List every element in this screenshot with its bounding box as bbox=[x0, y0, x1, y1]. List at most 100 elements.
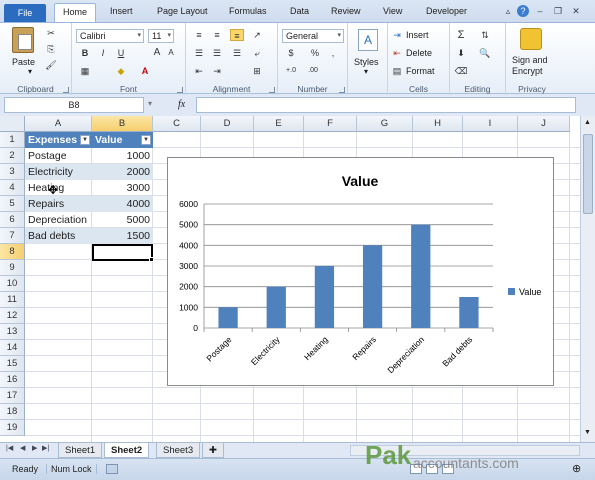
borders-icon[interactable]: ▦ bbox=[78, 65, 92, 77]
column-header-d[interactable]: D bbox=[201, 116, 254, 132]
column-header-i[interactable]: I bbox=[463, 116, 518, 132]
format-painter-icon[interactable]: 🖌 bbox=[44, 59, 58, 71]
next-sheet-icon[interactable]: ▶ bbox=[32, 444, 37, 452]
macro-record-icon[interactable] bbox=[106, 464, 118, 474]
bottom-align-icon[interactable]: ≡ bbox=[230, 29, 244, 41]
tab-file[interactable]: File bbox=[4, 4, 46, 22]
table-cell-value[interactable]: 1500 bbox=[92, 228, 153, 244]
table-cell-value[interactable]: 5000 bbox=[92, 212, 153, 228]
scroll-down-icon[interactable]: ▼ bbox=[584, 429, 591, 436]
name-box-dropdown-icon[interactable]: ▾ bbox=[148, 99, 152, 108]
name-box[interactable]: B8 bbox=[4, 97, 144, 113]
table-cell-value[interactable]: 1000 bbox=[92, 148, 153, 164]
filter-dropdown-icon[interactable]: ▼ bbox=[80, 135, 90, 145]
sheet-tab-1[interactable]: Sheet1 bbox=[58, 443, 103, 458]
row-header-15[interactable]: 15 bbox=[0, 356, 25, 372]
currency-button[interactable]: $ bbox=[284, 47, 298, 59]
column-header-a[interactable]: A bbox=[25, 116, 92, 132]
percent-button[interactable]: % bbox=[308, 47, 322, 59]
column-header-j[interactable]: J bbox=[518, 116, 570, 132]
tab-data[interactable]: Data bbox=[290, 6, 309, 16]
autosum-button[interactable]: Σ bbox=[454, 29, 468, 41]
table-cell-expense[interactable]: Repairs bbox=[25, 196, 92, 212]
tab-page-layout[interactable]: Page Layout bbox=[157, 6, 208, 16]
encrypt-label[interactable]: Encrypt bbox=[512, 66, 543, 76]
row-header-2[interactable]: 2 bbox=[0, 148, 25, 164]
row-header-12[interactable]: 12 bbox=[0, 308, 25, 324]
comma-button[interactable]: , bbox=[326, 47, 340, 59]
row-header-4[interactable]: 4 bbox=[0, 180, 25, 196]
insert-function-icon[interactable]: fx bbox=[178, 99, 185, 110]
increase-indent-icon[interactable]: ⇥ bbox=[210, 65, 224, 77]
row-header-1[interactable]: 1 bbox=[0, 132, 25, 148]
insert-sheet-icon[interactable]: ✚ bbox=[202, 443, 224, 458]
table-header-value[interactable]: Value ▼ bbox=[92, 132, 153, 148]
column-header-c[interactable]: C bbox=[153, 116, 201, 132]
sign-encrypt-icon[interactable] bbox=[520, 28, 542, 50]
table-header-expenses[interactable]: Expenses ▼ bbox=[25, 132, 92, 148]
column-header-b[interactable]: B bbox=[92, 116, 153, 132]
table-cell-value[interactable]: 3000 bbox=[92, 180, 153, 196]
delete-cells-button[interactable]: Delete bbox=[406, 48, 432, 58]
grow-font-button[interactable]: A bbox=[150, 47, 164, 59]
row-header-9[interactable]: 9 bbox=[0, 260, 25, 276]
help-icon[interactable]: ? bbox=[517, 5, 529, 17]
restore-window-icon[interactable]: ❐ bbox=[552, 5, 564, 17]
insert-cells-button[interactable]: Insert bbox=[406, 30, 429, 40]
row-header-14[interactable]: 14 bbox=[0, 340, 25, 356]
tab-view[interactable]: View bbox=[383, 6, 402, 16]
alignment-launcher-icon[interactable] bbox=[269, 87, 275, 93]
copy-icon[interactable]: ⎘ bbox=[44, 43, 58, 55]
styles-button[interactable]: Styles bbox=[354, 57, 379, 67]
styles-icon[interactable]: A bbox=[358, 29, 378, 51]
table-cell-expense[interactable]: Postage bbox=[25, 148, 92, 164]
table-cell-expense[interactable]: Heating bbox=[25, 180, 92, 196]
wrap-text-icon[interactable]: ⤶ bbox=[250, 47, 264, 59]
tab-insert[interactable]: Insert bbox=[110, 6, 133, 16]
clipboard-launcher-icon[interactable] bbox=[63, 87, 69, 93]
table-cell-expense[interactable]: Bad debts bbox=[25, 228, 92, 244]
bold-button[interactable]: B bbox=[78, 47, 92, 59]
tab-formulas[interactable]: Formulas bbox=[229, 6, 267, 16]
tab-developer[interactable]: Developer bbox=[426, 6, 467, 16]
top-align-icon[interactable]: ≡ bbox=[192, 29, 206, 41]
close-window-icon[interactable]: ✕ bbox=[570, 5, 582, 17]
table-cell-value[interactable]: 4000 bbox=[92, 196, 153, 212]
font-size-select[interactable]: 11 ▾ bbox=[148, 29, 174, 43]
paste-button[interactable]: Paste bbox=[12, 57, 35, 67]
insert-cells-icon[interactable]: ⇥ bbox=[390, 29, 404, 41]
increase-decimal-button[interactable]: +.0 bbox=[284, 65, 298, 77]
sort-filter-icon[interactable]: ⇅ bbox=[478, 29, 492, 41]
row-header-11[interactable]: 11 bbox=[0, 292, 25, 308]
decrease-indent-icon[interactable]: ⇤ bbox=[192, 65, 206, 77]
table-cell-expense[interactable]: Depreciation bbox=[25, 212, 92, 228]
row-header-5[interactable]: 5 bbox=[0, 196, 25, 212]
row-header-10[interactable]: 10 bbox=[0, 276, 25, 292]
column-header-h[interactable]: H bbox=[413, 116, 463, 132]
chart[interactable]: Value 0 1000 2000 3000 4000 5000 6000 Postage Ele… bbox=[167, 157, 554, 386]
last-sheet-icon[interactable]: ▶| bbox=[42, 444, 49, 452]
merge-center-icon[interactable]: ⊞ bbox=[250, 65, 264, 77]
align-right-icon[interactable]: ☰ bbox=[230, 47, 244, 59]
format-cells-button[interactable]: Format bbox=[406, 66, 435, 76]
number-launcher-icon[interactable] bbox=[339, 87, 345, 93]
column-header-e[interactable]: E bbox=[254, 116, 304, 132]
formula-input[interactable] bbox=[196, 97, 576, 113]
table-cell-expense[interactable]: Electricity bbox=[25, 164, 92, 180]
column-header-f[interactable]: F bbox=[304, 116, 357, 132]
delete-cells-icon[interactable]: ⇤ bbox=[390, 47, 404, 59]
vertical-scroll-thumb[interactable] bbox=[583, 134, 593, 214]
orientation-icon[interactable]: ↗ bbox=[250, 29, 264, 41]
clear-icon[interactable]: ⌫ bbox=[454, 65, 468, 77]
filter-dropdown-icon[interactable]: ▼ bbox=[141, 135, 151, 145]
sheet-tab-2[interactable]: Sheet2 bbox=[104, 443, 150, 458]
row-header-19[interactable]: 19 bbox=[0, 420, 25, 436]
row-header-7[interactable]: 7 bbox=[0, 228, 25, 244]
tab-review[interactable]: Review bbox=[331, 6, 361, 16]
cut-icon[interactable]: ✂ bbox=[44, 27, 58, 39]
zoom-in-icon[interactable]: ⊕ bbox=[572, 462, 581, 475]
format-cells-icon[interactable]: ▤ bbox=[390, 65, 404, 77]
fill-handle[interactable] bbox=[149, 257, 154, 262]
shrink-font-button[interactable]: A bbox=[164, 47, 178, 59]
align-center-icon[interactable]: ☰ bbox=[210, 47, 224, 59]
